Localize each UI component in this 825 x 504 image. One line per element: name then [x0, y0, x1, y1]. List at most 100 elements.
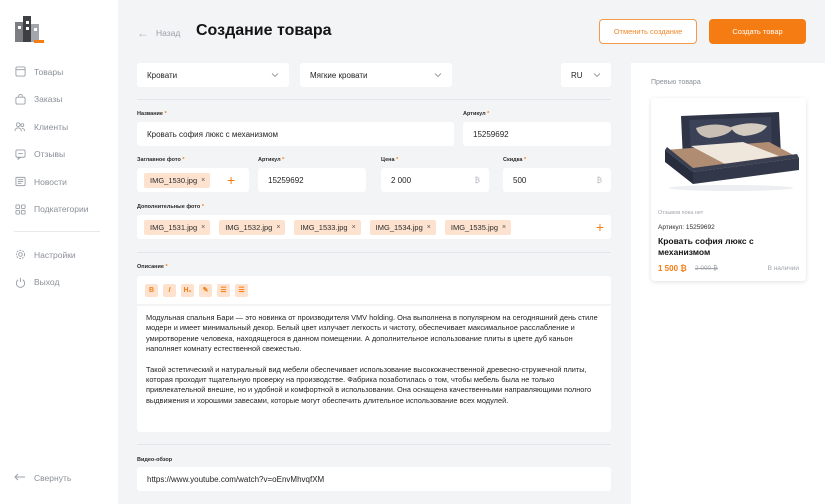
subcategory-select[interactable]: Мягкие кровати — [300, 63, 452, 87]
preview-stock-status: В наличии — [767, 265, 799, 272]
highlight-button[interactable]: ✎ — [199, 283, 212, 297]
price-value: 2 000 — [391, 175, 412, 185]
extra-photos-label: Дополнительные фото * — [137, 204, 204, 210]
preview-title: Превью товара — [651, 79, 701, 86]
preview-old-price: 2 000 ₿ — [695, 265, 718, 272]
grid-icon — [14, 203, 26, 215]
sidebar-item-logout[interactable]: Выход — [14, 269, 110, 297]
close-icon[interactable]: × — [201, 177, 205, 184]
sku-input[interactable]: 15259692 — [463, 122, 611, 146]
sidebar-item-label: Новости — [34, 176, 67, 187]
preview-price: 1 500 ₿ — [658, 264, 687, 273]
photo-chip: IMG_1533.jpg × — [294, 219, 361, 235]
bag-icon — [14, 93, 26, 105]
gear-icon — [14, 249, 26, 261]
description-editor[interactable]: Модульная спальня Бари — это новинка от … — [137, 306, 611, 432]
back-link[interactable]: ← Назад — [137, 26, 180, 40]
close-icon[interactable]: × — [352, 224, 356, 231]
discount-input[interactable]: 500 ₿ — [503, 168, 611, 192]
video-label: Видео-обзор — [137, 457, 173, 463]
price-label: Цена * — [381, 157, 399, 163]
arrow-left-icon — [14, 473, 26, 483]
sidebar-nav: Товары Заказы Клиенты Отзывы Новости Под… — [14, 58, 110, 296]
page-title: Создание товара — [196, 22, 332, 39]
editor-toolbar: B I H₁ ✎ ☰ ☰ — [137, 276, 611, 304]
products-icon — [14, 66, 26, 78]
discount-value: 500 — [513, 175, 527, 185]
collapse-label: Свернуть — [34, 473, 72, 483]
sku2-value: 15259692 — [268, 175, 304, 185]
close-icon[interactable]: × — [276, 224, 280, 231]
chevron-down-icon — [593, 73, 601, 78]
sidebar-item-label: Клиенты — [34, 121, 69, 132]
main-photo-label: Заглавное фото * — [137, 157, 185, 163]
reviews-icon — [14, 148, 26, 160]
product-name-value: Кровать софия люкс с механизмом — [147, 129, 279, 139]
extra-photos-field[interactable]: IMG_1531.jpg × IMG_1532.jpg × IMG_1533.jpg… — [137, 215, 611, 239]
sidebar-item-news[interactable]: Новости — [14, 168, 110, 196]
product-name-input[interactable]: Кровать софия люкс с механизмом — [137, 122, 454, 146]
sidebar-item-label: Настройки — [34, 249, 76, 260]
sidebar-item-subcategories[interactable]: Подкатегории — [14, 196, 110, 224]
collapse-sidebar-button[interactable]: Свернуть — [14, 473, 71, 483]
sidebar-item-label: Выход — [34, 277, 60, 288]
close-icon[interactable]: × — [201, 224, 205, 231]
arrow-left-icon: ← — [137, 26, 149, 40]
sidebar-item-settings[interactable]: Настройки — [14, 241, 110, 269]
sidebar-item-label: Товары — [34, 66, 64, 77]
photo-filename: IMG_1533.jpg — [300, 222, 348, 232]
sku-label: Артикул * — [463, 111, 490, 117]
divider — [137, 444, 611, 445]
italic-button[interactable]: I — [163, 283, 176, 297]
photo-chip: IMG_1532.jpg × — [219, 219, 286, 235]
language-select[interactable]: RU — [561, 63, 611, 87]
bullet-list-button[interactable]: ☰ — [217, 283, 230, 297]
description-label: Описание * — [137, 264, 168, 270]
sidebar-item-reviews[interactable]: Отзывы — [14, 141, 110, 169]
close-icon[interactable]: × — [502, 224, 506, 231]
sku2-label: Артикул * — [258, 157, 285, 163]
product-preview-card: Отзывов пока нет Артикул: 15259692 Крова… — [651, 98, 806, 281]
product-image — [651, 98, 806, 204]
chevron-down-icon — [434, 73, 442, 78]
add-photo-icon[interactable]: + — [227, 173, 235, 187]
bold-button[interactable]: B — [145, 283, 158, 297]
description-paragraph: Такой эстетический и натуральный вид меб… — [146, 364, 592, 405]
news-icon — [14, 176, 26, 188]
photo-chip: IMG_1530.jpg × — [144, 172, 211, 188]
language-value: RU — [571, 70, 583, 80]
subcategory-value: Мягкие кровати — [310, 70, 368, 80]
photo-filename: IMG_1532.jpg — [225, 222, 273, 232]
divider — [137, 99, 611, 100]
sidebar-item-clients[interactable]: Клиенты — [14, 113, 110, 141]
price-input[interactable]: 2 000 ₿ — [381, 168, 489, 192]
back-label: Назад — [156, 28, 181, 38]
add-photo-icon[interactable]: + — [596, 220, 604, 234]
currency-symbol: ₿ — [474, 175, 480, 185]
sku2-input[interactable]: 15259692 — [258, 168, 366, 192]
sidebar-item-orders[interactable]: Заказы — [14, 86, 110, 114]
photo-chip: IMG_1534.jpg × — [369, 219, 436, 235]
photo-chip: IMG_1531.jpg × — [144, 219, 211, 235]
heading-button[interactable]: H₁ — [181, 283, 194, 297]
photo-filename: IMG_1530.jpg — [150, 175, 198, 185]
power-icon — [14, 276, 26, 288]
users-icon — [14, 121, 26, 133]
preview-reviews: Отзывов пока нет — [658, 210, 704, 216]
category-value: Кровати — [147, 70, 178, 80]
product-preview-panel: Превью товара Отзывов пока нет Артикул: … — [631, 63, 825, 504]
video-url-value: https://www.youtube.com/watch?v=oEnvMhvq… — [147, 474, 325, 484]
description-paragraph: Модульная спальня Бари — это новинка от … — [146, 313, 598, 354]
main-photo-field[interactable]: IMG_1530.jpg × + — [137, 168, 249, 192]
cancel-button[interactable]: Отменить создание — [599, 19, 697, 44]
category-select[interactable]: Кровати — [137, 63, 289, 87]
discount-label: Скидка * — [503, 157, 527, 163]
sidebar-item-label: Отзывы — [34, 149, 66, 160]
close-icon[interactable]: × — [427, 224, 431, 231]
numbered-list-button[interactable]: ☰ — [235, 283, 248, 297]
video-url-input[interactable]: https://www.youtube.com/watch?v=oEnvMhvq… — [137, 467, 611, 491]
create-product-button[interactable]: Создать товар — [709, 19, 806, 44]
photo-filename: IMG_1535.jpg — [450, 222, 498, 232]
name-label: Название * — [137, 111, 167, 117]
sidebar-item-products[interactable]: Товары — [14, 58, 110, 86]
